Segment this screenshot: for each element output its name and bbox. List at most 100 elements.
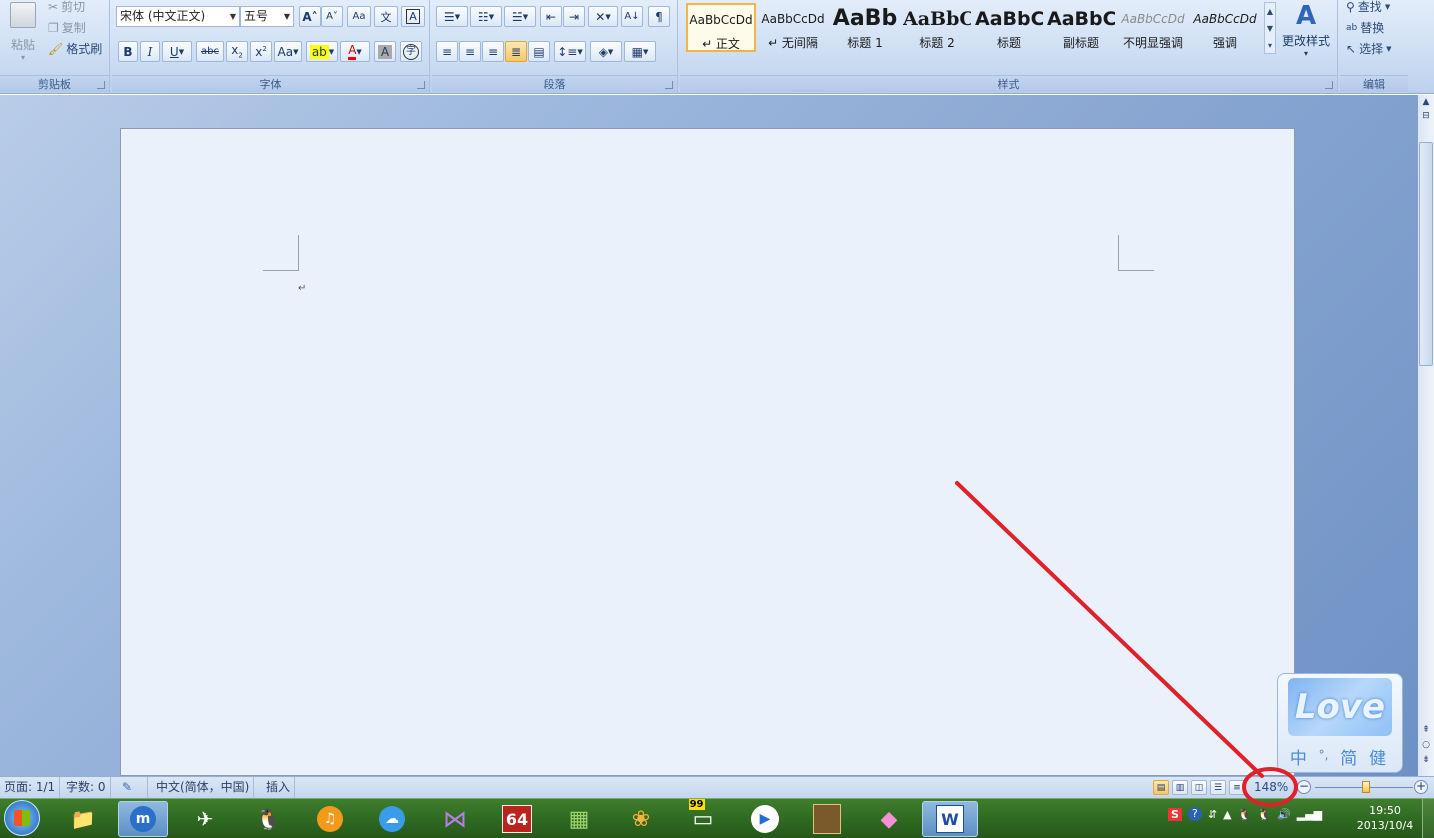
signal-icon[interactable]: ▂▄▆: [1297, 808, 1322, 821]
show-hidden-icons-icon[interactable]: ▲: [1223, 808, 1231, 821]
paragraph-mark[interactable]: ↵: [298, 283, 306, 294]
change-case-button[interactable]: Aa ▼: [274, 41, 302, 62]
zoom-level[interactable]: 148%: [1254, 777, 1288, 798]
help-icon[interactable]: ?: [1187, 807, 1202, 821]
scroll-up-icon[interactable]: ▲: [1419, 97, 1433, 107]
draft-view-icon[interactable]: ≡: [1229, 780, 1245, 795]
visual-studio-icon[interactable]: ⋈: [430, 801, 480, 837]
show-marks-button[interactable]: ¶: [648, 6, 670, 27]
char-border-button[interactable]: A: [401, 6, 425, 27]
multilevel-list-button[interactable]: ☱ ▼: [504, 6, 536, 27]
increase-indent-button[interactable]: ⇥: [563, 6, 585, 27]
shading-button[interactable]: ◈ ▼: [590, 41, 622, 62]
grow-font-button[interactable]: A˄: [299, 6, 321, 27]
styles-launcher-icon[interactable]: [1325, 81, 1333, 89]
volume-icon[interactable]: 🔊: [1277, 808, 1291, 821]
format-painter-button[interactable]: 🖌 格式刷: [48, 40, 102, 57]
clock[interactable]: 19:50 2013/10/4: [1352, 803, 1418, 833]
justify-button[interactable]: ≣: [505, 41, 527, 62]
chinese-layout-button[interactable]: ✕ ▼: [588, 6, 618, 27]
ime-mode-chinese[interactable]: 中: [1290, 744, 1307, 769]
hardware-monitor-icon[interactable]: ▦: [554, 801, 604, 837]
font-launcher-icon[interactable]: [417, 81, 425, 89]
bird-app-icon[interactable]: ✈: [180, 801, 230, 837]
shrink-font-button[interactable]: A˅: [321, 6, 343, 27]
copy-button[interactable]: ❐ 复制: [48, 19, 86, 36]
proofing-icon[interactable]: ✎: [118, 777, 148, 798]
phonetic-guide-button[interactable]: 文: [374, 6, 398, 27]
style-emphasis[interactable]: AaBbCcDd 强调: [1190, 3, 1260, 52]
bold-button[interactable]: B: [118, 41, 138, 62]
cut-button[interactable]: ✂ 剪切: [48, 0, 85, 15]
char-shading-button[interactable]: A: [374, 41, 396, 62]
status-word-count[interactable]: 字数: 0: [62, 777, 111, 798]
borders-button[interactable]: ▦ ▼: [624, 41, 656, 62]
music-player-icon[interactable]: ♫: [305, 801, 355, 837]
ime-soft-keyboard[interactable]: 健: [1369, 744, 1386, 769]
browse-object-icon[interactable]: ○: [1419, 740, 1433, 750]
status-language[interactable]: 中文(简体，中国): [152, 777, 255, 798]
word-taskbar-icon[interactable]: W: [922, 801, 978, 837]
style-heading-1[interactable]: AaBb 标题 1: [830, 3, 900, 52]
distributed-button[interactable]: ▤: [528, 41, 550, 62]
clipboard-launcher-icon[interactable]: [97, 81, 105, 89]
clear-format-button[interactable]: Aa: [347, 6, 371, 27]
qq-icon[interactable]: 🐧: [243, 801, 293, 837]
media-player-icon[interactable]: ▶: [740, 801, 790, 837]
find-button[interactable]: ⚲ 查找 ▼: [1346, 0, 1390, 15]
ime-toolbar[interactable]: Love 中 °, 简 健: [1277, 673, 1403, 773]
scrollbar-thumb[interactable]: [1419, 142, 1433, 366]
font-name-select[interactable]: 宋体 (中文正文) ▼: [116, 6, 240, 27]
game-center-icon[interactable]: ❀: [616, 801, 666, 837]
align-left-button[interactable]: ≡: [436, 41, 458, 62]
zoom-out-icon[interactable]: −: [1297, 780, 1311, 794]
style-subtle-emphasis[interactable]: AaBbCcDd 不明显强调: [1118, 3, 1188, 52]
outline-view-icon[interactable]: ☰: [1210, 780, 1226, 795]
highlight-button[interactable]: ab ▼: [306, 41, 338, 62]
start-button[interactable]: [4, 800, 40, 836]
italic-button[interactable]: I: [140, 41, 160, 62]
sogou-ime-icon[interactable]: S: [1168, 807, 1182, 821]
next-page-icon[interactable]: ⇟: [1419, 755, 1433, 765]
print-layout-view-icon[interactable]: ▤: [1153, 780, 1169, 795]
aida64-icon[interactable]: 64: [492, 801, 542, 837]
replace-button[interactable]: ab 替换: [1346, 19, 1384, 36]
font-color-button[interactable]: A ▼: [340, 41, 370, 62]
style-normal[interactable]: AaBbCcDd ↵ 正文: [686, 3, 756, 52]
style-title[interactable]: AaBbC 标题: [974, 3, 1044, 52]
enclose-char-button[interactable]: 字: [400, 41, 422, 62]
ime-punctuation[interactable]: °,: [1319, 744, 1329, 769]
ime-simplified[interactable]: 简: [1340, 744, 1357, 769]
zoom-in-icon[interactable]: +: [1414, 780, 1428, 794]
chat-bubble-icon[interactable]: ☁: [367, 801, 417, 837]
show-desktop-button[interactable]: [1422, 799, 1434, 838]
monitor-99-icon[interactable]: ▭ 99: [678, 798, 728, 837]
strikethrough-button[interactable]: abc: [196, 41, 224, 62]
network-tray-icon[interactable]: ⇵: [1208, 808, 1217, 821]
style-subtitle[interactable]: AaBbC 副标题: [1046, 3, 1116, 52]
underline-button[interactable]: U ▼: [162, 41, 192, 62]
font-size-select[interactable]: 五号 ▼: [240, 6, 294, 27]
superscript-button[interactable]: x2: [250, 41, 272, 62]
sort-button[interactable]: A↓: [621, 6, 643, 27]
styles-gallery-scroll[interactable]: ▲ ▼ ▾: [1264, 2, 1276, 54]
prev-page-icon[interactable]: ⇞: [1419, 725, 1433, 735]
maxthon-browser-icon[interactable]: m: [118, 801, 168, 837]
zoom-slider-thumb[interactable]: [1362, 781, 1370, 793]
diamond-app-icon[interactable]: ◆: [864, 801, 914, 837]
align-center-button[interactable]: ≡: [459, 41, 481, 62]
game-character-icon[interactable]: [802, 801, 852, 837]
status-page[interactable]: 页面: 1/1: [0, 777, 61, 798]
qq2-tray-icon[interactable]: 🐧: [1257, 808, 1271, 821]
subscript-button[interactable]: x2: [226, 41, 248, 62]
bullets-button[interactable]: ☰ ▼: [436, 6, 468, 27]
style-heading-2[interactable]: AaBbC 标题 2: [902, 3, 972, 52]
paste-button[interactable]: 粘贴 ▾: [6, 2, 40, 62]
explorer-icon[interactable]: 📁: [58, 801, 108, 837]
paragraph-launcher-icon[interactable]: [665, 81, 673, 89]
document-page[interactable]: ↵: [120, 128, 1295, 776]
reading-view-icon[interactable]: ▥: [1172, 780, 1188, 795]
status-insert-mode[interactable]: 插入: [262, 777, 296, 798]
web-layout-view-icon[interactable]: ◫: [1191, 780, 1207, 795]
qq-tray-icon[interactable]: 🐧: [1238, 808, 1252, 821]
